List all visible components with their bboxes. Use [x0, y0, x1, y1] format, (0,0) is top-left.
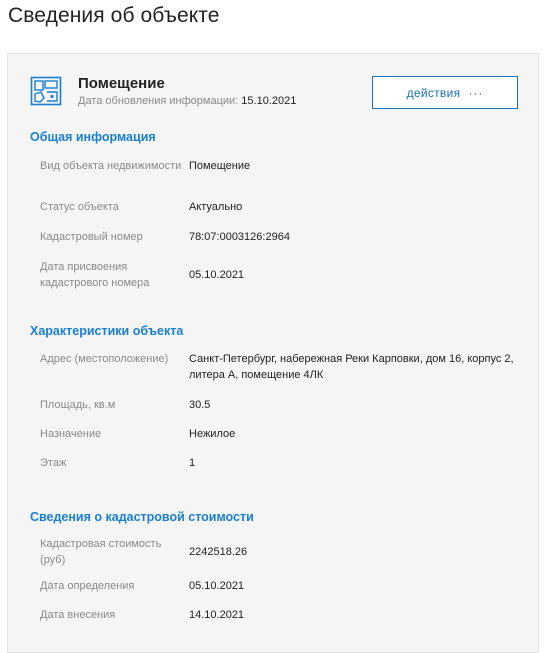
row-label: Адрес (местоположение) [40, 353, 169, 365]
object-header: Помещение Дата обновления информации: 15… [8, 54, 538, 124]
row-label: Кадастровая стоимость (руб) [40, 538, 162, 566]
update-info: Дата обновления информации: 15.10.2021 [78, 95, 296, 107]
info-row: Дата определения 05.10.2021 [40, 578, 530, 594]
info-row: Адрес (местоположение) Санкт-Петербург, … [40, 351, 530, 383]
row-value: 30.5 [189, 399, 211, 411]
row-label: Этаж [40, 457, 67, 469]
row-value: Помещение [189, 160, 251, 172]
actions-label: действия [406, 85, 461, 100]
page-title: Сведения об объекте [8, 4, 220, 27]
row-value: 1 [189, 457, 196, 469]
building-plan-icon [30, 76, 62, 106]
info-row: Статус объекта Актуально [40, 199, 530, 215]
more-dots-icon: ··· [468, 85, 484, 100]
info-row: Кадастровая стоимость (руб) 2242518.26 [40, 536, 530, 568]
address-value: Санкт-Петербург, набережная Реки Карповк… [189, 353, 514, 381]
section-title-characteristics: Характеристики объекта [30, 324, 184, 338]
object-type-title: Помещение [78, 75, 165, 92]
row-value: Нежилое [189, 428, 236, 440]
section-title-general: Общая информация [30, 130, 156, 144]
object-card: Помещение Дата обновления информации: 15… [7, 53, 539, 653]
info-row: Назначение Нежилое [40, 426, 530, 442]
cadastral-number: 78:07:0003126:2964 [189, 231, 290, 243]
row-value: 05.10.2021 [189, 269, 245, 281]
info-row: Площадь, кв.м 30.5 [40, 397, 530, 413]
info-row: Этаж 1 [40, 455, 530, 471]
row-label: Кадастровый номер [40, 231, 143, 243]
info-row: Дата присвоения кадастрового номера 05.1… [40, 259, 530, 291]
actions-button[interactable]: действия ··· [372, 76, 518, 109]
row-label: Площадь, кв.м [40, 399, 116, 411]
row-label: Дата присвоения кадастрового номера [40, 261, 150, 289]
row-label: Дата определения [40, 580, 135, 592]
info-row: Дата внесения 14.10.2021 [40, 607, 530, 623]
update-label: Дата обновления информации: [78, 95, 239, 107]
row-label: Вид объекта недвижимости [40, 160, 182, 172]
row-value: 14.10.2021 [189, 609, 245, 621]
row-label: Статус объекта [40, 201, 119, 213]
info-row: Кадастровый номер 78:07:0003126:2964 [40, 229, 530, 245]
row-label: Назначение [40, 428, 102, 440]
update-date: 15.10.2021 [241, 95, 297, 107]
row-value: Актуально [189, 201, 243, 213]
cadastral-value-amount: 2242518.26 [189, 546, 248, 558]
row-value: 05.10.2021 [189, 580, 245, 592]
section-title-cadastral-value: Сведения о кадастровой стоимости [30, 510, 254, 524]
info-row: Вид объекта недвижимости Помещение [40, 158, 530, 174]
row-label: Дата внесения [40, 609, 116, 621]
